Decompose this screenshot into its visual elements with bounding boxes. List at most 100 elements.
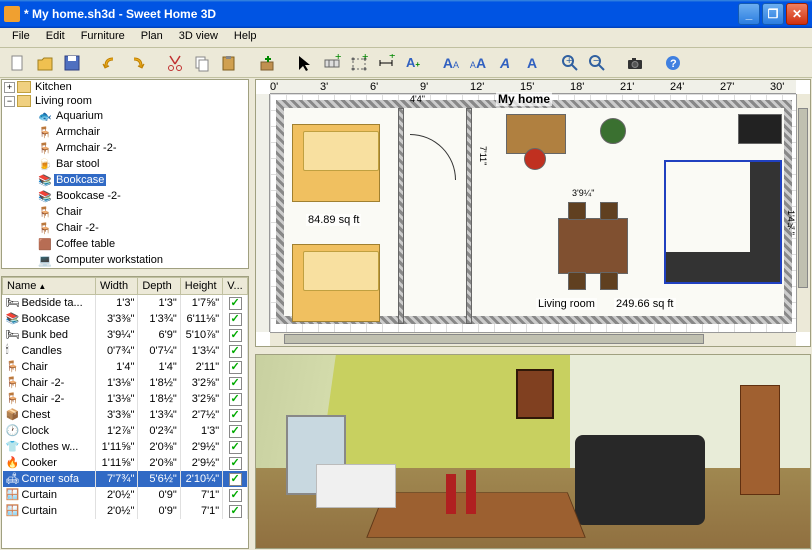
column-header[interactable]: Depth — [138, 278, 180, 295]
furniture-plant[interactable] — [600, 118, 626, 144]
checkbox-checked-icon[interactable]: ✓ — [229, 505, 242, 518]
menu-3dview[interactable]: 3D view — [171, 28, 226, 47]
column-header[interactable]: V... — [223, 278, 248, 295]
right-splitter[interactable] — [254, 348, 812, 353]
tree-item[interactable]: 🛋Corner sofa — [2, 268, 248, 269]
checkbox-checked-icon[interactable]: ✓ — [229, 393, 242, 406]
checkbox-checked-icon[interactable]: ✓ — [229, 377, 242, 390]
checkbox-checked-icon[interactable]: ✓ — [229, 425, 242, 438]
checkbox-checked-icon[interactable]: ✓ — [229, 329, 242, 342]
checkbox-checked-icon[interactable]: ✓ — [229, 409, 242, 422]
tree-category[interactable]: − Living room — [2, 94, 248, 108]
tree-item[interactable]: 📚Bookcase — [2, 172, 248, 188]
table-row[interactable]: 🪟Curtain2'0½"0'9"7'1"✓ — [3, 503, 248, 519]
save-button[interactable] — [60, 51, 84, 75]
minimize-button[interactable]: _ — [738, 3, 760, 25]
furniture-table[interactable]: Name▲WidthDepthHeightV... 🛏Bedside ta...… — [1, 276, 249, 549]
table-row[interactable]: 🛋Corner sofa7'7¾"5'6½"2'10¼"✓ — [3, 471, 248, 487]
plan-scrollbar-horizontal[interactable] — [270, 332, 796, 346]
expand-icon[interactable]: + — [4, 82, 15, 93]
select-tool[interactable] — [293, 51, 317, 75]
table-row[interactable]: 🛏Bunk bed3'9¼"6'9"5'10⅞"✓ — [3, 327, 248, 343]
new-button[interactable] — [6, 51, 30, 75]
table-row[interactable]: 👕Clothes w...1'11⅝"2'0⅜"2'9½"✓ — [3, 439, 248, 455]
column-header[interactable]: Height — [180, 278, 222, 295]
plan-view[interactable]: 0'3'6'9'12'15'18'21'24'27'30' — [255, 79, 811, 347]
checkbox-checked-icon[interactable]: ✓ — [229, 441, 242, 454]
furniture-table[interactable] — [558, 218, 628, 274]
room-tool[interactable]: + — [347, 51, 371, 75]
furniture-sofa[interactable] — [664, 160, 782, 284]
checkbox-checked-icon[interactable]: ✓ — [229, 361, 242, 374]
wall-tool[interactable]: + — [320, 51, 344, 75]
tree-item[interactable]: 🪑Armchair -2- — [2, 140, 248, 156]
menu-furniture[interactable]: Furniture — [73, 28, 133, 47]
table-row[interactable]: 📚Bookcase3'3⅜"1'3¾"6'11⅛"✓ — [3, 311, 248, 327]
undo-button[interactable] — [98, 51, 122, 75]
tree-item[interactable]: 🪑Armchair — [2, 124, 248, 140]
open-button[interactable] — [33, 51, 57, 75]
checkbox-checked-icon[interactable]: ✓ — [229, 297, 242, 310]
menu-edit[interactable]: Edit — [38, 28, 73, 47]
help-button[interactable]: ? — [661, 51, 685, 75]
furniture-chair[interactable] — [568, 202, 586, 220]
furniture-chair[interactable] — [600, 202, 618, 220]
maximize-button[interactable]: ❐ — [762, 3, 784, 25]
menu-help[interactable]: Help — [226, 28, 265, 47]
redo-button[interactable] — [125, 51, 149, 75]
tree-item[interactable]: 🪑Chair -2- — [2, 220, 248, 236]
tree-item[interactable]: 🍺Bar stool — [2, 156, 248, 172]
column-header[interactable]: Name▲ — [3, 278, 96, 295]
tree-item[interactable]: 🪑Chair — [2, 204, 248, 220]
checkbox-checked-icon[interactable]: ✓ — [229, 313, 242, 326]
table-row[interactable]: 🪑Chair1'4"1'4"2'11"✓ — [3, 359, 248, 375]
zoom-in-button[interactable]: + — [558, 51, 582, 75]
tree-item[interactable]: 💻Computer workstation — [2, 252, 248, 268]
furniture-chair[interactable] — [600, 272, 618, 290]
table-row[interactable]: 🕐Clock1'2⅞"0'2¾"1'3"✓ — [3, 423, 248, 439]
table-row[interactable]: 🪑Chair -2-1'3⅛"1'8½"3'2⅝"✓ — [3, 391, 248, 407]
left-splitter[interactable] — [0, 270, 250, 275]
furniture-bed[interactable] — [292, 124, 380, 202]
menu-file[interactable]: File — [4, 28, 38, 47]
font-smaller-button[interactable]: AA — [466, 51, 490, 75]
checkbox-checked-icon[interactable]: ✓ — [229, 345, 242, 358]
dimension-tool[interactable]: + — [374, 51, 398, 75]
furniture-bed[interactable] — [292, 244, 380, 322]
copy-button[interactable] — [190, 51, 214, 75]
table-row[interactable]: 📦Chest3'3⅜"1'3¾"2'7½"✓ — [3, 407, 248, 423]
wall-segment[interactable] — [466, 108, 472, 324]
paste-button[interactable] — [217, 51, 241, 75]
checkbox-checked-icon[interactable]: ✓ — [229, 457, 242, 470]
text-tool[interactable]: A+ — [401, 51, 425, 75]
menu-plan[interactable]: Plan — [133, 28, 171, 47]
furniture-chair[interactable] — [568, 272, 586, 290]
font-bigger-button[interactable]: AA — [439, 51, 463, 75]
plan-scrollbar-vertical[interactable] — [796, 94, 810, 332]
tree-category[interactable]: + Kitchen — [2, 80, 248, 94]
table-row[interactable]: 🛏Bedside ta...1'3"1'3"1'7⅝"✓ — [3, 295, 248, 312]
close-button[interactable]: ✕ — [786, 3, 808, 25]
italic-button[interactable]: A — [493, 51, 517, 75]
collapse-icon[interactable]: − — [4, 96, 15, 107]
3d-view[interactable] — [255, 354, 811, 549]
table-row[interactable]: 🪟Curtain2'0½"0'9"7'1"✓ — [3, 487, 248, 503]
camera-button[interactable] — [623, 51, 647, 75]
tree-item[interactable]: 🟫Coffee table — [2, 236, 248, 252]
checkbox-checked-icon[interactable]: ✓ — [229, 473, 242, 486]
table-row[interactable]: 🕯Candles0'7¾"0'7¼"1'3¼"✓ — [3, 343, 248, 359]
bold-button[interactable]: A — [520, 51, 544, 75]
wall-segment[interactable] — [398, 108, 404, 324]
tree-item[interactable]: 🐟Aquarium — [2, 108, 248, 124]
table-row[interactable]: 🪑Chair -2-1'3⅛"1'8½"3'2⅝"✓ — [3, 375, 248, 391]
table-row[interactable]: 🔥Cooker1'11⅝"2'0⅜"2'9½"✓ — [3, 455, 248, 471]
cut-button[interactable] — [163, 51, 187, 75]
furniture-tv[interactable] — [738, 114, 782, 144]
zoom-out-button[interactable]: − — [585, 51, 609, 75]
furniture-tree[interactable]: + Kitchen− Living room🐟Aquarium🪑Armchair… — [1, 79, 249, 269]
tree-item[interactable]: 📚Bookcase -2- — [2, 188, 248, 204]
checkbox-checked-icon[interactable]: ✓ — [229, 489, 242, 502]
add-furniture-button[interactable] — [255, 51, 279, 75]
column-header[interactable]: Width — [95, 278, 137, 295]
furniture-chair[interactable] — [524, 148, 546, 170]
